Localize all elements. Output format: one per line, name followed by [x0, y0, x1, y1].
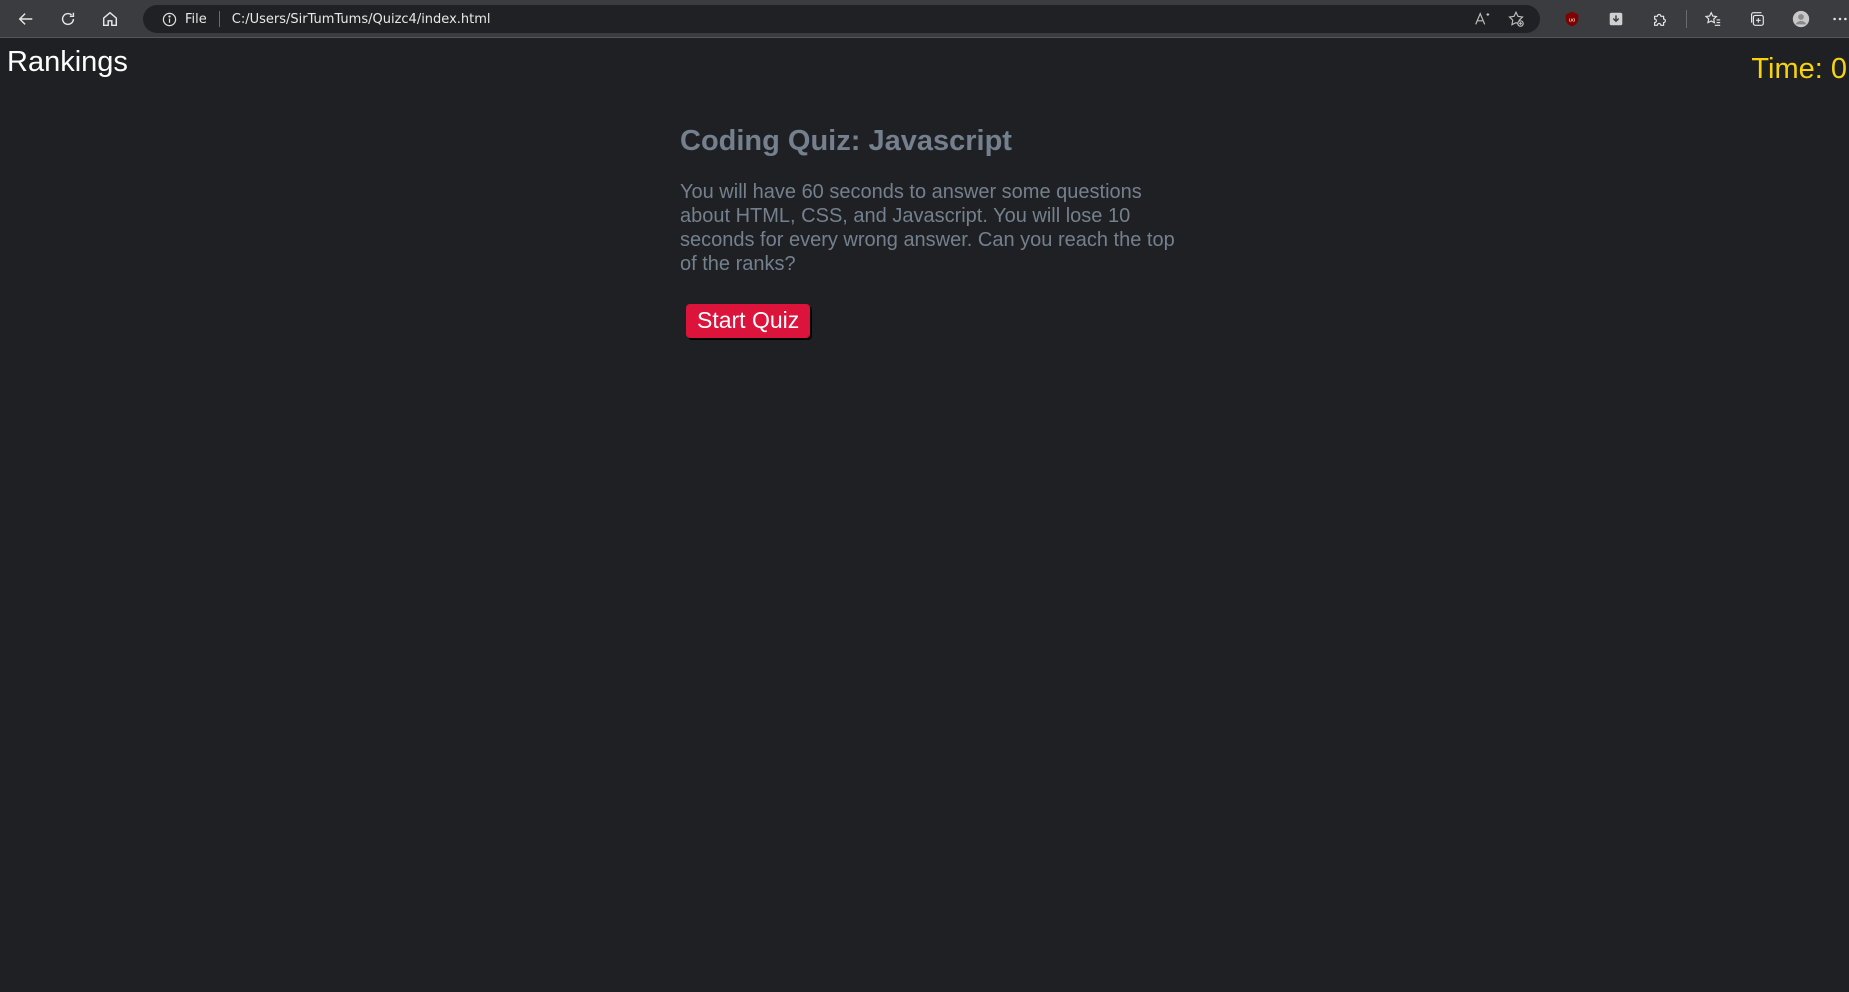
download-extension-icon[interactable]: [1602, 5, 1630, 33]
quiz-title: Coding Quiz: Javascript: [680, 125, 1012, 157]
protocol-label: File: [185, 11, 207, 27]
url-text[interactable]: C:/Users/SirTumTums/Quizc4/index.html: [232, 12, 491, 27]
svg-text:uo: uo: [1569, 17, 1576, 23]
timer-display: Time: 0: [1751, 53, 1847, 85]
extensions-icon[interactable]: [1646, 5, 1674, 33]
toolbar-separator: [1686, 10, 1687, 28]
more-icon[interactable]: [1831, 5, 1849, 33]
quiz-intro: Coding Quiz: Javascript You will have 60…: [680, 125, 1180, 338]
info-icon[interactable]: [161, 11, 177, 27]
quiz-description: You will have 60 seconds to answer some …: [680, 181, 1175, 275]
home-icon[interactable]: [96, 5, 124, 33]
address-bar[interactable]: File C:/Users/SirTumTums/Quizc4/index.ht…: [143, 5, 1540, 33]
profile-icon[interactable]: [1787, 5, 1815, 33]
start-quiz-button[interactable]: Start Quiz: [686, 304, 811, 338]
browser-toolbar: File C:/Users/SirTumTums/Quizc4/index.ht…: [0, 0, 1849, 38]
add-favorite-icon[interactable]: [1506, 9, 1526, 29]
back-arrow-icon[interactable]: [12, 5, 40, 33]
ublock-icon[interactable]: uo: [1558, 5, 1586, 33]
collections-icon[interactable]: [1743, 5, 1771, 33]
toolbar-right: uo: [1550, 5, 1849, 33]
rankings-link[interactable]: Rankings: [7, 46, 128, 79]
address-separator: [218, 11, 220, 27]
read-aloud-icon[interactable]: [1472, 9, 1492, 29]
favorites-icon[interactable]: [1699, 5, 1727, 33]
reload-icon[interactable]: [54, 5, 82, 33]
